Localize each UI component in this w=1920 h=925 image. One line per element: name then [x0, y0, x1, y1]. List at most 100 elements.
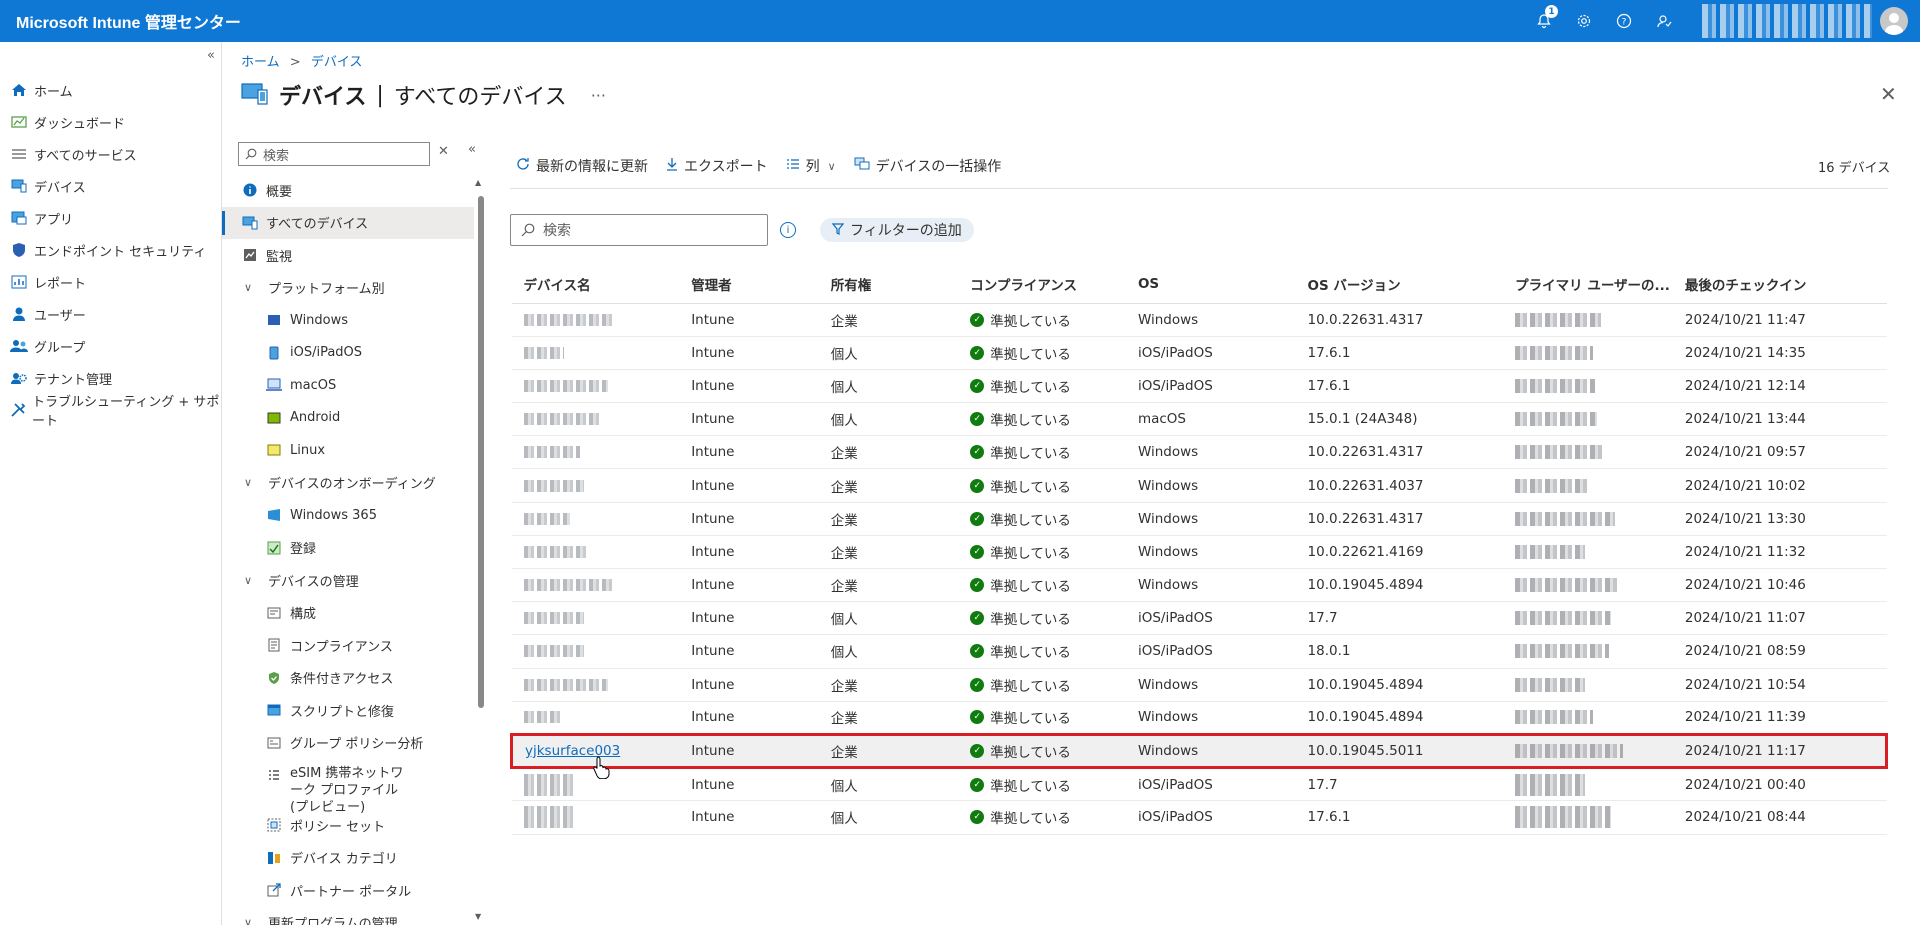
refresh-button[interactable]: 最新の情報に更新 [516, 156, 648, 176]
menu-item-group-policy-analytics[interactable]: グループ ポリシー分析 [222, 727, 474, 760]
menu-item-android[interactable]: Android [222, 402, 474, 435]
menu-scrollbar-thumb[interactable] [478, 196, 484, 708]
nav-item-users[interactable]: ユーザー [0, 298, 221, 330]
device-name-cell[interactable] [511, 468, 680, 503]
device-name-cell[interactable] [511, 502, 680, 536]
device-name-redacted[interactable] [523, 579, 614, 592]
device-name-redacted[interactable] [523, 512, 570, 525]
avatar[interactable] [1880, 7, 1908, 35]
device-name-redacted[interactable] [523, 413, 602, 426]
device-name-redacted[interactable] [523, 379, 608, 392]
device-name-redacted[interactable] [523, 678, 608, 691]
table-row[interactable]: Intune 企業 ✓ 準拠している Windows 10.0.19045.4894 202… [511, 568, 1887, 603]
account-name-redacted[interactable] [1702, 4, 1872, 38]
device-name-cell[interactable] [511, 402, 680, 437]
device-name-cell[interactable] [511, 336, 680, 370]
menu-item-ios[interactable]: iOS/iPadOS [222, 337, 474, 370]
nav-item-endpoint-security[interactable]: エンドポイント セキュリティ [0, 234, 221, 266]
column-header[interactable]: 最後のチェックイン [1672, 265, 1887, 304]
nav-item-home[interactable]: ホーム [0, 74, 221, 106]
menu-item-macos[interactable]: macOS [222, 369, 474, 402]
menu-item-device-categories[interactable]: デバイス カテゴリ [222, 842, 474, 875]
column-header[interactable]: プライマリ ユーザーの... [1503, 265, 1673, 304]
nav-item-troubleshooting[interactable]: トラブルシューティング + サポート [0, 394, 221, 429]
column-header[interactable]: 管理者 [679, 265, 819, 304]
scroll-up-arrow[interactable]: ▲ [475, 178, 481, 187]
device-name-cell[interactable] [511, 634, 680, 669]
device-name-redacted[interactable] [523, 346, 564, 359]
table-row[interactable]: Intune 企業 ✓ 準拠している Windows 10.0.19045.4894 202… [511, 668, 1887, 702]
notifications-icon[interactable]: 1 [1524, 0, 1564, 42]
column-header[interactable]: コンプライアンス [958, 265, 1126, 304]
menu-group-update-management[interactable]: ∨ 更新プログラムの管理 [222, 907, 474, 925]
menu-item-scripts[interactable]: スクリプトと修復 [222, 694, 474, 727]
collapse-menu-icon[interactable]: « [468, 142, 476, 157]
scroll-down-arrow[interactable]: ▼ [475, 912, 481, 921]
column-header[interactable]: デバイス名 [511, 265, 680, 304]
device-name-redacted[interactable] [523, 545, 586, 558]
menu-item-configuration[interactable]: 構成 [222, 597, 474, 630]
column-header[interactable]: OS [1125, 265, 1296, 304]
add-filter-button[interactable]: フィルターの追加 [820, 218, 974, 242]
menu-item-conditional-access[interactable]: 条件付きアクセス [222, 662, 474, 695]
close-button[interactable]: ✕ [1880, 82, 1897, 106]
menu-group-device-management[interactable]: ∨ デバイスの管理 [222, 564, 474, 597]
device-search-input[interactable]: 検索 [510, 214, 768, 246]
menu-item-overview[interactable]: 概要 [222, 174, 474, 207]
device-name-redacted[interactable] [523, 711, 562, 724]
export-button[interactable]: エクスポート [666, 156, 768, 176]
nav-item-groups[interactable]: グループ [0, 330, 221, 362]
column-header[interactable]: 所有権 [818, 265, 959, 304]
device-name-cell[interactable] [511, 601, 680, 636]
menu-item-all-devices[interactable]: すべてのデバイス [222, 206, 474, 239]
device-name-redacted[interactable] [523, 446, 580, 459]
device-name-redacted[interactable] [523, 645, 584, 658]
table-row[interactable]: Intune 企業 ✓ 準拠している Windows 10.0.22631.4317 202… [511, 502, 1887, 536]
help-icon[interactable]: ? [1604, 0, 1644, 42]
device-name-cell[interactable] [511, 303, 680, 337]
nav-item-devices[interactable]: デバイス [0, 170, 221, 202]
device-name-cell[interactable] [511, 701, 680, 735]
menu-item-policy-sets[interactable]: ポリシー セット [222, 809, 474, 842]
breadcrumb-devices-link[interactable]: デバイス [311, 55, 363, 70]
nav-item-reports[interactable]: レポート [0, 266, 221, 298]
columns-button[interactable]: 列 ∨ [786, 156, 836, 176]
device-name-redacted[interactable] [523, 612, 584, 625]
menu-item-windows[interactable]: Windows [222, 304, 474, 337]
menu-item-partner-portal[interactable]: パートナー ポータル [222, 874, 474, 907]
device-name-redacted[interactable] [523, 479, 584, 492]
collapse-nav-icon[interactable]: « [207, 48, 215, 63]
device-name-redacted[interactable] [523, 313, 612, 326]
device-name-cell[interactable] [511, 568, 680, 603]
menu-item-monitor[interactable]: 監視 [222, 239, 474, 272]
table-row[interactable]: Intune 個人 ✓ 準拠している iOS/iPadOS 17.7 2024/10/21 … [511, 767, 1887, 802]
column-header[interactable]: OS バージョン [1295, 265, 1504, 304]
device-name-redacted[interactable] [523, 773, 574, 796]
menu-item-enrollment[interactable]: 登録 [222, 532, 474, 565]
app-title[interactable]: Microsoft Intune 管理センター [16, 9, 241, 33]
menu-item-esim[interactable]: eSIM 携帯ネットワーク プロファイル (プレビュー) [222, 759, 474, 815]
device-name-redacted[interactable] [523, 806, 574, 829]
device-name-cell[interactable] [511, 668, 680, 702]
menu-item-compliance[interactable]: コンプライアンス [222, 629, 474, 662]
device-name-cell[interactable] [511, 435, 680, 470]
breadcrumb-home-link[interactable]: ホーム [241, 55, 280, 70]
device-name-cell[interactable] [511, 369, 680, 404]
table-row[interactable]: Intune 企業 ✓ 準拠している Windows 10.0.22631.4317 202… [511, 435, 1887, 470]
menu-group-by-platform[interactable]: ∨ プラットフォーム別 [222, 272, 474, 305]
table-row[interactable]: Intune 企業 ✓ 準拠している Windows 10.0.22631.4317 202… [511, 303, 1887, 337]
feedback-icon[interactable] [1644, 0, 1684, 42]
menu-search-input[interactable]: 検索 [238, 142, 430, 166]
nav-item-dashboard[interactable]: ダッシュボード [0, 106, 221, 138]
table-row[interactable]: Intune 企業 ✓ 準拠している Windows 10.0.22621.4169 202… [511, 535, 1887, 570]
menu-item-linux[interactable]: Linux [222, 434, 474, 467]
nav-item-apps[interactable]: アプリ [0, 202, 221, 234]
table-row[interactable]: Intune 個人 ✓ 準拠している iOS/iPadOS 17.6.1 2024/10/2… [511, 800, 1887, 835]
table-row[interactable]: Intune 個人 ✓ 準拠している iOS/iPadOS 17.6.1 2024/10/2… [511, 369, 1887, 404]
info-icon[interactable]: i [780, 222, 796, 238]
menu-item-windows-365[interactable]: Windows 365 [222, 499, 474, 532]
table-row[interactable]: yjksurface003 Intune 企業 ✓ 準拠している Windows 10.0.… [510, 732, 1888, 770]
settings-gear-icon[interactable] [1564, 0, 1604, 42]
device-name-cell[interactable] [511, 800, 680, 835]
clear-search-icon[interactable]: ✕ [438, 144, 449, 159]
